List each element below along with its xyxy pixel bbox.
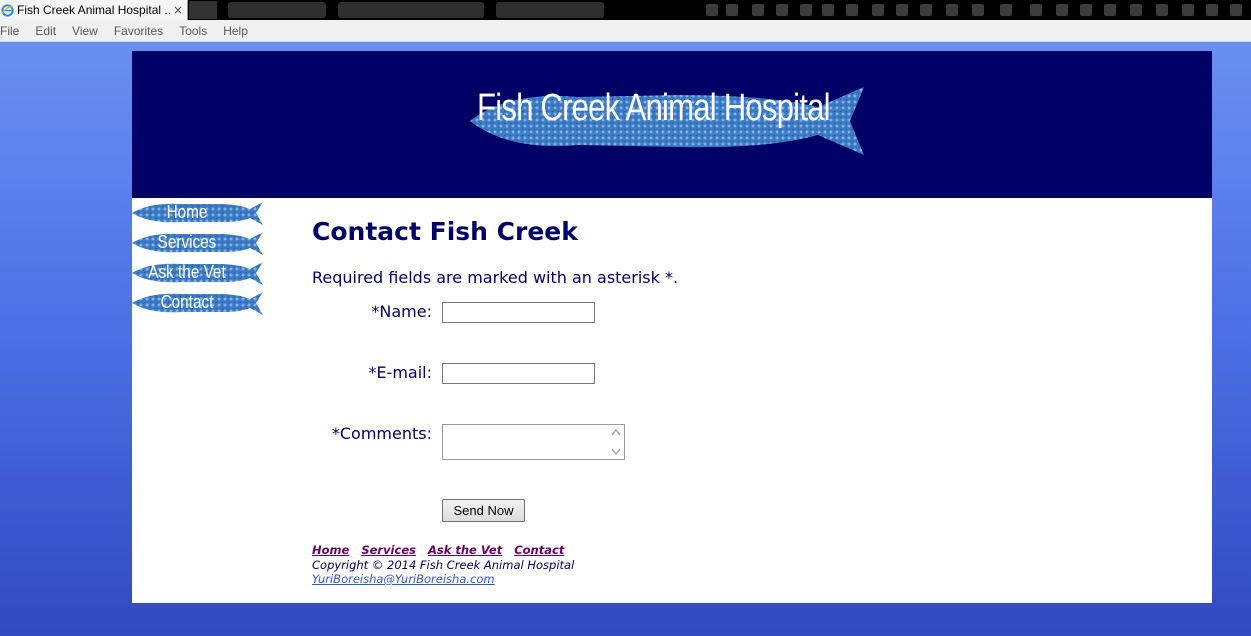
browser-tab[interactable]: Fish Creek Animal Hospital ... × — [0, 0, 188, 20]
toolbar-icon[interactable] — [1080, 4, 1092, 16]
toolbar-icon[interactable] — [1000, 4, 1012, 16]
toolbar-icon[interactable] — [776, 4, 788, 16]
nav-label-home: Home — [166, 202, 208, 222]
site-title: Fish Creek Animal Hospital — [477, 87, 831, 129]
page-title: Contact Fish Creek — [312, 217, 578, 246]
menu-favorites[interactable]: Favorites — [114, 24, 163, 38]
menu-file[interactable]: File — [0, 24, 19, 38]
page-viewport: Fish Creek Animal Hospital Home Services… — [0, 42, 1251, 636]
toolbar-icon[interactable] — [1206, 4, 1218, 16]
menu-tools[interactable]: Tools — [179, 24, 207, 38]
nav-item-services[interactable]: Services — [132, 230, 264, 257]
name-field[interactable] — [442, 302, 595, 323]
nav-label-services: Services — [157, 232, 217, 252]
toolbar-icon[interactable] — [972, 4, 984, 16]
toolbar-icon[interactable] — [1156, 4, 1168, 16]
sidebar-nav: Home Services Ask the Vet Contact — [132, 200, 267, 320]
toolbar-icon[interactable] — [920, 4, 932, 16]
email-field[interactable] — [442, 363, 595, 384]
copyright-text: Copyright © 2014 Fish Creek Animal Hospi… — [312, 558, 575, 572]
toolbar-icon[interactable] — [1182, 4, 1194, 16]
nav-item-ask-the-vet[interactable]: Ask the Vet — [132, 260, 264, 287]
toolbar-icon[interactable] — [1056, 4, 1068, 16]
menu-edit[interactable]: Edit — [35, 24, 56, 38]
toolbar-icon[interactable] — [726, 4, 738, 16]
menu-help[interactable]: Help — [223, 24, 248, 38]
nav-item-contact[interactable]: Contact — [132, 290, 264, 317]
site-header: Fish Creek Animal Hospital — [132, 51, 1212, 198]
nav-label-contact: Contact — [160, 292, 214, 312]
toolbar-icon[interactable] — [752, 4, 764, 16]
send-now-button[interactable]: Send Now — [442, 499, 525, 522]
toolbar-icon[interactable] — [706, 4, 718, 16]
ie-browser-icon — [1, 3, 14, 17]
browser-tab-bar: Fish Creek Animal Hospital ... × — [0, 0, 1251, 20]
footer-link-services[interactable]: Services — [361, 543, 416, 557]
tab-title: Fish Creek Animal Hospital ... — [17, 3, 171, 17]
nav-label-ask-the-vet: Ask the Vet — [148, 262, 226, 282]
toolbar-dropdown[interactable] — [496, 2, 604, 18]
toolbar-icon[interactable] — [1030, 4, 1042, 16]
close-tab-icon[interactable]: × — [171, 3, 185, 17]
toolbar-dropdown[interactable] — [228, 2, 326, 18]
toolbar-icon[interactable] — [896, 4, 908, 16]
toolbar-dropdown[interactable] — [338, 2, 484, 18]
new-tab-button[interactable] — [189, 1, 217, 19]
comments-field[interactable] — [442, 424, 625, 460]
email-label: *E-mail: — [368, 363, 432, 382]
toolbar-icon[interactable] — [872, 4, 884, 16]
footer-link-home[interactable]: Home — [312, 543, 349, 557]
nav-item-home[interactable]: Home — [132, 200, 264, 227]
required-note: Required fields are marked with an aster… — [312, 268, 679, 287]
toolbar-icon[interactable] — [1130, 4, 1142, 16]
toolbar-icon[interactable] — [846, 4, 858, 16]
page-footer: Home Services Ask the Vet Contact Copyright… — [312, 543, 576, 586]
toolbar-icon[interactable] — [946, 4, 958, 16]
name-label: *Name: — [371, 302, 432, 321]
footer-link-ask-the-vet[interactable]: Ask the Vet — [428, 543, 502, 557]
footer-links: Home Services Ask the Vet Contact — [312, 543, 576, 557]
toolbar-icon[interactable] — [822, 4, 834, 16]
page-container: Fish Creek Animal Hospital Home Services… — [132, 51, 1212, 603]
footer-link-contact[interactable]: Contact — [514, 543, 564, 557]
toolbar-icon[interactable] — [800, 4, 812, 16]
footer-email-link[interactable]: YuriBoreisha@YuriBoreisha.com — [312, 572, 576, 586]
scroll-arrows-icon[interactable] — [609, 426, 623, 458]
browser-menu-bar: File Edit View Favorites Tools Help — [0, 20, 1251, 42]
menu-view[interactable]: View — [72, 24, 98, 38]
toolbar-icon[interactable] — [1104, 4, 1116, 16]
toolbar-icon[interactable] — [1230, 4, 1242, 16]
comments-label: *Comments: — [331, 424, 432, 443]
main-content: Contact Fish Creek Required fields are m… — [312, 217, 1172, 522]
